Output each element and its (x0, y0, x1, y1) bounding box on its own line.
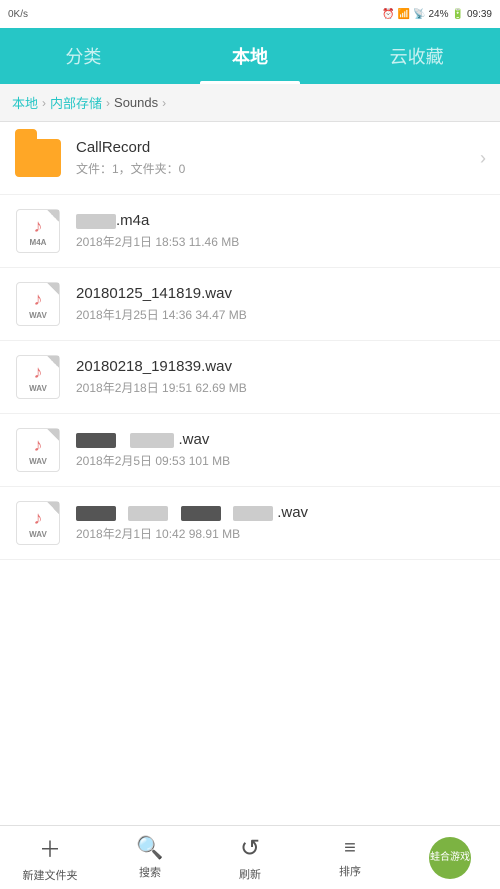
music-note-icon-wav1: ♪ (34, 289, 43, 310)
blurred-block-d (128, 506, 168, 521)
search-button[interactable]: 🔍 搜索 (100, 826, 200, 889)
file-item-wav3[interactable]: ♪ WAV .wav 2018年2月5日 09:53 101 MB (0, 414, 500, 487)
file-name-wav4: .wav (76, 504, 486, 521)
folder-info: CallRecord 文件：1，文件夹：0 (76, 139, 472, 177)
music-note-icon-wav4: ♪ (34, 508, 43, 529)
file-meta-wav1: 2018年1月25日 14:36 34.47 MB (76, 306, 486, 323)
plus-icon: ＋ (39, 832, 61, 864)
frog-logo-button[interactable]: 蛙合游戏 (400, 826, 500, 889)
audio-icon-wav1: ♪ WAV (14, 280, 62, 328)
frog-logo: 蛙合游戏 (429, 837, 471, 879)
status-icons: ⏰ 📶 📡 24% 🔋 09:39 (382, 9, 492, 20)
audio-icon-wav2: ♪ WAV (14, 353, 62, 401)
corner-fold-wav1 (47, 283, 59, 295)
file-ext-label-wav1: WAV (29, 311, 47, 320)
file-ext-label: M4A (30, 238, 47, 247)
folder-icon (14, 134, 62, 182)
blurred-block-f (233, 506, 273, 521)
file-meta-m4a: 2018年2月1日 18:53 11.46 MB (76, 233, 486, 250)
file-item-wav1[interactable]: ♪ WAV 20180125_141819.wav 2018年1月25日 14:… (0, 268, 500, 341)
blurred-block-a (76, 433, 116, 448)
file-name-wav1: 20180125_141819.wav (76, 285, 486, 302)
refresh-label: 刷新 (239, 866, 261, 882)
file-item-wav4[interactable]: ♪ WAV .wav 2018年2月1日 10:42 98.91 MB (0, 487, 500, 560)
breadcrumb-internal-storage[interactable]: 内部存储 (50, 93, 102, 112)
network-speed: 0K/s (8, 9, 28, 20)
breadcrumb-sep-2: › (106, 96, 110, 110)
file-ext-label-wav3: WAV (29, 457, 47, 466)
music-note-icon-wav2: ♪ (34, 362, 43, 383)
folder-name: CallRecord (76, 139, 472, 156)
alarm-icon: ⏰ (382, 9, 394, 20)
tab-local[interactable]: 本地 (167, 28, 334, 84)
file-list: CallRecord 文件：1，文件夹：0 › ♪ M4A .m4a 2018年… (0, 122, 500, 825)
audio-icon-wrap-wav3: ♪ WAV (16, 428, 60, 472)
folder-shape (15, 139, 61, 177)
audio-icon-wrap-wav1: ♪ WAV (16, 282, 60, 326)
search-icon: 🔍 (136, 835, 163, 861)
file-name-wav2: 20180218_191839.wav (76, 358, 486, 375)
status-bar: 0K/s ⏰ 📶 📡 24% 🔋 09:39 (0, 0, 500, 28)
file-meta-wav4: 2018年2月1日 10:42 98.91 MB (76, 525, 486, 542)
sort-button[interactable]: ≡ 排序 (300, 826, 400, 889)
file-suffix-wav4: .wav (277, 504, 308, 521)
signal-icon: 📡 (413, 9, 425, 20)
breadcrumb-local[interactable]: 本地 (12, 93, 38, 112)
refresh-icon: ↺ (240, 834, 260, 863)
bottom-bar: ＋ 新建文件夹 🔍 搜索 ↺ 刷新 ≡ 排序 蛙合游戏 (0, 825, 500, 889)
file-info-m4a: .m4a 2018年2月1日 18:53 11.46 MB (76, 212, 486, 250)
battery-icon: 🔋 (452, 9, 464, 20)
file-info-wav1: 20180125_141819.wav 2018年1月25日 14:36 34.… (76, 285, 486, 323)
file-ext-label-wav2: WAV (29, 384, 47, 393)
blurred-block-c (76, 506, 116, 521)
file-name-suffix-m4a: .m4a (116, 212, 149, 229)
file-name-wav3: .wav (76, 431, 486, 448)
file-ext-label-wav4: WAV (29, 530, 47, 539)
audio-icon-m4a: ♪ M4A (14, 207, 62, 255)
file-suffix-wav3: .wav (179, 431, 210, 448)
breadcrumb-sep-1: › (42, 96, 46, 110)
audio-icon-wrap-wav2: ♪ WAV (16, 355, 60, 399)
audio-icon-wav4: ♪ WAV (14, 499, 62, 547)
file-info-wav2: 20180218_191839.wav 2018年2月18日 19:51 62.… (76, 358, 486, 396)
tab-classify[interactable]: 分类 (0, 28, 167, 84)
breadcrumb-sounds: Sounds (114, 95, 158, 110)
corner-fold-wav4 (47, 502, 59, 514)
file-info-wav3: .wav 2018年2月5日 09:53 101 MB (76, 431, 486, 469)
audio-icon-wrap-wav4: ♪ WAV (16, 501, 60, 545)
sort-icon: ≡ (344, 837, 356, 860)
blurred-block-b (130, 433, 174, 448)
tab-cloud[interactable]: 云收藏 (333, 28, 500, 84)
file-meta-wav2: 2018年2月18日 19:51 62.69 MB (76, 379, 486, 396)
music-note-icon-wav3: ♪ (34, 435, 43, 456)
corner-fold-wav2 (47, 356, 59, 368)
arrow-icon: › (480, 148, 486, 169)
file-item-wav2[interactable]: ♪ WAV 20180218_191839.wav 2018年2月18日 19:… (0, 341, 500, 414)
battery-text: 24% (429, 9, 449, 20)
file-info-wav4: .wav 2018年2月1日 10:42 98.91 MB (76, 504, 486, 542)
blurred-name-1 (76, 214, 116, 229)
music-note-icon: ♪ (34, 216, 43, 237)
file-meta-wav3: 2018年2月5日 09:53 101 MB (76, 452, 486, 469)
frog-logo-text: 蛙合游戏 (430, 852, 470, 864)
breadcrumb: 本地 › 内部存储 › Sounds › (0, 84, 500, 122)
new-folder-button[interactable]: ＋ 新建文件夹 (0, 826, 100, 889)
audio-icon-wav3: ♪ WAV (14, 426, 62, 474)
blurred-block-e (181, 506, 221, 521)
folder-meta: 文件：1，文件夹：0 (76, 160, 472, 177)
corner-fold-wav3 (47, 429, 59, 441)
search-label: 搜索 (139, 864, 161, 880)
top-navigation: 分类 本地 云收藏 (0, 28, 500, 84)
file-item-m4a[interactable]: ♪ M4A .m4a 2018年2月1日 18:53 11.46 MB (0, 195, 500, 268)
refresh-button[interactable]: ↺ 刷新 (200, 826, 300, 889)
sort-label: 排序 (339, 863, 361, 879)
file-name-m4a: .m4a (76, 212, 486, 229)
breadcrumb-sep-3: › (162, 96, 166, 110)
corner-fold (47, 210, 59, 222)
file-item-callrecord[interactable]: CallRecord 文件：1，文件夹：0 › (0, 122, 500, 195)
time-display: 09:39 (467, 9, 492, 20)
new-folder-label: 新建文件夹 (23, 867, 78, 883)
wifi-icon: 📶 (398, 9, 410, 20)
audio-icon-wrap: ♪ M4A (16, 209, 60, 253)
